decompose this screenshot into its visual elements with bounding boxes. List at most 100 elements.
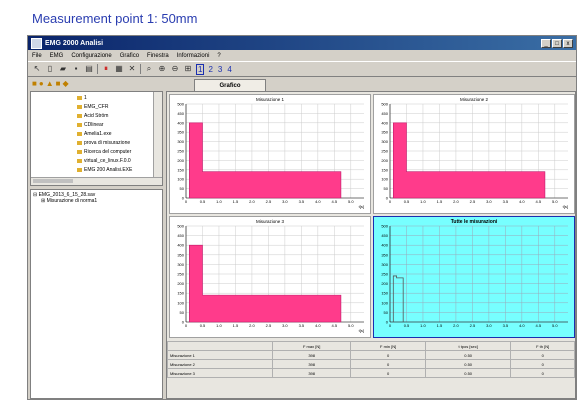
menu-file[interactable]: File [32,53,42,59]
y-tick-label: 450 [177,233,184,238]
table-cell: Misurazione 1 [167,350,273,360]
y-tick-label: 50 [180,186,185,191]
x-axis-label: t[s] [359,328,364,333]
new-folder-icon[interactable]: ■ [56,79,61,88]
y-tick-label: 300 [177,139,184,144]
left-pane: ■ ● ▲ ■ ◆ 1 EMG_CFR Acid Ström CDlinear … [30,77,163,399]
table-cell: 0.50 [424,368,512,378]
chart-title: Misurazione 2 [460,97,489,102]
view-4-button[interactable]: 4 [226,65,232,74]
chart-title: Misurazione 3 [256,219,285,224]
menu-finestra[interactable]: Finestra [147,53,169,59]
file-item[interactable]: prova di misurazione [77,140,130,146]
x-tick-label: 2.0 [249,199,255,204]
view-3-button[interactable]: 3 [217,65,223,74]
tree-child[interactable]: ⊞ Misurazione di norma1 [33,198,160,204]
file-browser[interactable]: 1 EMG_CFR Acid Ström CDlinear Amelia1.ex… [30,91,163,186]
folder-icon[interactable]: ■ [32,79,37,88]
table-row[interactable]: Misurazione 3 398 0 0.50 0 [167,368,575,378]
file-item[interactable]: CDlinear [77,122,103,128]
view-1-button[interactable]: 1 [196,63,205,75]
x-tick-label: 4.5 [536,323,542,328]
save-icon[interactable]: ▪ [71,64,81,74]
x-tick-label: 4.0 [519,199,525,204]
table-cell: 0 [510,359,575,369]
y-tick-label: 150 [177,167,184,172]
file-item-selected[interactable]: EMG 200 Analisi.EXE [77,167,132,173]
table-cell: 398 [271,368,352,378]
chart-panel: Misurazione 1 0 50 100 150 200 250 300 350 400 450… [166,91,576,399]
table-header [167,341,273,351]
file-item[interactable]: Ricerca del computer [77,149,131,155]
menu-help[interactable]: ? [217,53,220,59]
x-tick-label: 1.5 [437,199,443,204]
y-tick-label: 100 [177,300,184,305]
table-row[interactable]: Misurazione 2 398 0 0.50 0 [167,359,575,369]
file-item[interactable]: Acid Ström [77,113,108,119]
toolbar-divider [140,64,141,74]
properties-icon[interactable]: ◆ [62,79,68,88]
table-header-row: F max [N] F min [N] t tpos [sec] F th [N… [167,341,575,351]
y-tick-label: 250 [381,272,388,277]
x-tick-label: 0.5 [200,199,206,204]
file-item[interactable]: Amelia1.exe [77,131,112,137]
window-titlebar[interactable]: EMG 2000 Analisi _ □ x [28,36,576,50]
open-folder-icon[interactable]: ▰ [58,64,68,74]
x-tick-label: 3.5 [503,323,509,328]
maximize-button[interactable]: □ [552,38,562,48]
left-toolbar: ■ ● ▲ ■ ◆ [30,77,163,90]
print-icon[interactable]: ▤ [84,64,94,74]
x-tick-label: 4.0 [315,323,321,328]
refresh-icon[interactable]: ● [39,79,44,88]
horizontal-scrollbar[interactable] [31,177,162,185]
x-tick-label: 3.0 [486,323,492,328]
menu-informazioni[interactable]: Informazioni [177,53,210,59]
y-tick-label: 450 [381,111,388,116]
x-tick-label: 1.0 [420,199,426,204]
table-cell: 0 [510,368,575,378]
menu-configurazione[interactable]: Configurazione [71,53,111,59]
close-button[interactable]: x [563,38,573,48]
scroll-thumb[interactable] [33,179,73,183]
new-file-icon[interactable]: ▯ [45,64,55,74]
y-tick-label: 400 [177,243,184,248]
x-tick-label: 4.5 [332,323,338,328]
zoom-in-icon[interactable]: ⊕ [157,64,167,74]
file-item[interactable]: EMG_CFR [77,104,108,110]
y-tick-label: 450 [177,111,184,116]
y-tick-label: 100 [381,300,388,305]
table-header: F th [N] [510,341,575,351]
table-row[interactable]: Misurazione 1 398 0 0.50 0 [167,350,575,360]
y-tick-label: 500 [381,224,388,229]
graph-icon[interactable]: ▦ [114,64,124,74]
up-folder-icon[interactable]: ▲ [46,79,54,88]
view-2-button[interactable]: 2 [207,65,213,74]
x-tick-label: 2.5 [266,323,272,328]
pointer-icon[interactable]: ↖ [32,64,42,74]
y-tick-label: 300 [381,139,388,144]
chart-all-measurements: Tutte le misurazioni 0 50 100 150 200 250 300 35… [373,216,575,338]
grid-icon[interactable]: ⊞ [183,64,193,74]
menu-emg[interactable]: EMG [50,53,64,59]
table-header: F min [N] [350,341,426,351]
menu-grafico[interactable]: Grafico [120,53,139,59]
chart-svg: Misurazione 2 0 50 100 150 200 250 300 350 400 450… [381,97,568,209]
y-tick-label: 500 [381,102,388,107]
zoom-out-icon[interactable]: ⊖ [170,64,180,74]
x-tick-label: 0 [185,199,188,204]
stop-icon[interactable]: ✕ [127,64,137,74]
zoom-icon[interactable]: ⌕ [144,64,154,74]
file-item[interactable]: virtual_ce_linux.F.0.0 [77,158,131,164]
y-tick-label: 350 [381,252,388,257]
file-item[interactable]: 1 [77,95,87,101]
y-tick-label: 250 [177,149,184,154]
x-tick-label: 0 [389,323,392,328]
x-tick-label: 2.5 [470,323,476,328]
y-tick-label: 400 [177,120,184,125]
x-tick-label: 4.5 [536,199,542,204]
vertical-scrollbar[interactable] [153,92,162,185]
signal-icon[interactable]: ⏸ [101,64,111,74]
x-tick-label: 2.0 [453,323,459,328]
minimize-button[interactable]: _ [541,38,551,48]
y-tick-label: 50 [384,310,389,315]
